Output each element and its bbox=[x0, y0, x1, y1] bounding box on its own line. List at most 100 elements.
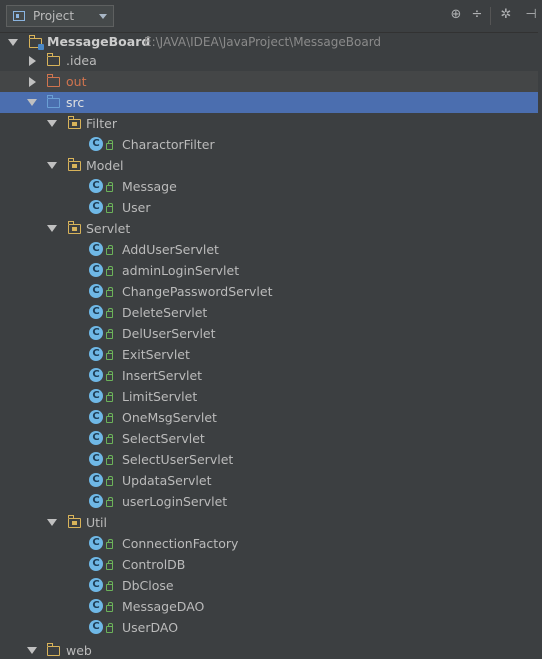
tree-row-package-servlet[interactable]: Servlet bbox=[0, 218, 542, 239]
expand-arrow-icon[interactable] bbox=[47, 519, 57, 526]
tree-row-class[interactable]: CuserLoginServlet bbox=[0, 491, 542, 512]
settings-icon[interactable]: ✲ bbox=[499, 8, 513, 22]
class-label: ConnectionFactory bbox=[122, 536, 239, 551]
class-icon: C bbox=[89, 620, 103, 634]
package-label: Util bbox=[86, 515, 107, 530]
package-icon bbox=[68, 515, 81, 528]
collapsed-arrow-icon[interactable] bbox=[29, 56, 36, 66]
locate-icon[interactable]: ⊕ bbox=[449, 8, 463, 22]
class-label: User bbox=[122, 200, 151, 215]
hide-icon[interactable]: ⊣ bbox=[524, 8, 538, 22]
tree-row-class[interactable]: C DeleteServlet bbox=[0, 302, 542, 323]
class-icon: C bbox=[89, 242, 103, 256]
project-view-label: Project bbox=[33, 9, 75, 23]
tree-row-idea[interactable]: .idea bbox=[0, 50, 542, 71]
lock-icon bbox=[106, 434, 113, 444]
class-icon: C bbox=[89, 389, 103, 403]
lock-icon bbox=[106, 266, 113, 276]
class-icon: C bbox=[89, 263, 103, 277]
expand-arrow-icon[interactable] bbox=[47, 225, 57, 232]
collapsed-arrow-icon[interactable] bbox=[29, 77, 36, 87]
lock-icon bbox=[106, 497, 113, 507]
class-label: DelUserServlet bbox=[122, 326, 216, 341]
class-icon: C bbox=[89, 326, 103, 340]
lock-icon bbox=[106, 371, 113, 381]
tree-row-class[interactable]: C SelectServlet bbox=[0, 428, 542, 449]
tree-row-class[interactable]: C MessageDAO bbox=[0, 596, 542, 617]
package-label: Filter bbox=[86, 116, 117, 131]
class-icon: C bbox=[89, 473, 103, 487]
lock-icon bbox=[106, 623, 113, 633]
module-folder-icon bbox=[29, 35, 44, 50]
class-label: AddUserServlet bbox=[122, 242, 219, 257]
project-view-dropdown[interactable]: Project bbox=[6, 5, 114, 27]
class-label: DeleteServlet bbox=[122, 305, 208, 320]
tree-row-class[interactable]: C InsertServlet bbox=[0, 365, 542, 386]
lock-icon bbox=[106, 413, 113, 423]
class-label: userLoginServlet bbox=[122, 494, 228, 509]
tree-row-class[interactable]: C UpdataServlet bbox=[0, 470, 542, 491]
vertical-scrollbar[interactable] bbox=[538, 32, 542, 653]
expand-arrow-icon[interactable] bbox=[47, 162, 57, 169]
class-icon: C bbox=[89, 599, 103, 613]
folder-label: web bbox=[66, 643, 92, 658]
tree-row-class[interactable]: C DelUserServlet bbox=[0, 323, 542, 344]
folder-label: src bbox=[66, 95, 85, 110]
lock-icon bbox=[106, 182, 113, 192]
expand-arrow-icon[interactable] bbox=[47, 120, 57, 127]
tree-row-package-util[interactable]: Util bbox=[0, 512, 542, 533]
tree-row-class[interactable]: C ConnectionFactory bbox=[0, 533, 542, 554]
class-label: OneMsgServlet bbox=[122, 410, 217, 425]
tree-row-src[interactable]: src bbox=[0, 92, 542, 113]
tree-row-package-filter[interactable]: Filter bbox=[0, 113, 542, 134]
class-label: UserDAO bbox=[122, 620, 179, 635]
package-icon bbox=[68, 158, 81, 171]
expand-arrow-icon[interactable] bbox=[8, 39, 18, 46]
class-icon: C bbox=[89, 347, 103, 361]
class-icon: C bbox=[89, 536, 103, 550]
tree-row-class[interactable]: C DbClose bbox=[0, 575, 542, 596]
lock-icon bbox=[106, 329, 113, 339]
tree-row-class[interactable]: CadminLoginServlet bbox=[0, 260, 542, 281]
tree-row-class[interactable]: C ControlDB bbox=[0, 554, 542, 575]
class-label: MessageDAO bbox=[122, 599, 205, 614]
class-label: InsertServlet bbox=[122, 368, 203, 383]
class-label: adminLoginServlet bbox=[122, 263, 240, 278]
tree-row-class[interactable]: C Message bbox=[0, 176, 542, 197]
package-label: Model bbox=[86, 158, 124, 173]
class-label: UpdataServlet bbox=[122, 473, 212, 488]
class-label: DbClose bbox=[122, 578, 174, 593]
tree-row-class[interactable]: C ExitServlet bbox=[0, 344, 542, 365]
tree-row-class[interactable]: C ChangePasswordServlet bbox=[0, 281, 542, 302]
source-folder-icon bbox=[47, 95, 60, 108]
tree-row-web[interactable]: web bbox=[0, 638, 542, 659]
expand-arrow-icon[interactable] bbox=[27, 99, 37, 106]
lock-icon bbox=[106, 203, 113, 213]
class-label: ControlDB bbox=[122, 557, 186, 572]
lock-icon bbox=[106, 539, 113, 549]
tree-row-class[interactable]: C AddUserServlet bbox=[0, 239, 542, 260]
tree-row-class[interactable]: C LimitServlet bbox=[0, 386, 542, 407]
project-toolbar: Project ⊕ ÷ ✲ ⊣ bbox=[0, 0, 542, 33]
lock-icon bbox=[106, 308, 113, 318]
class-label: Message bbox=[122, 179, 177, 194]
tree-row-package-model[interactable]: Model bbox=[0, 155, 542, 176]
class-icon: C bbox=[89, 305, 103, 319]
tree-row-class[interactable]: C CharactorFilter bbox=[0, 134, 542, 155]
tree-row-class[interactable]: C User bbox=[0, 197, 542, 218]
chevron-down-icon bbox=[99, 14, 107, 19]
class-label: LimitServlet bbox=[122, 389, 198, 404]
package-icon bbox=[68, 116, 81, 129]
tree-row-class[interactable]: C UserDAO bbox=[0, 617, 542, 638]
tree-row-out[interactable]: out bbox=[0, 71, 542, 92]
tree-row-class[interactable]: C SelectUserServlet bbox=[0, 449, 542, 470]
lock-icon bbox=[106, 581, 113, 591]
lock-icon bbox=[106, 602, 113, 612]
class-icon: C bbox=[89, 494, 103, 508]
lock-icon bbox=[106, 455, 113, 465]
lock-icon bbox=[106, 560, 113, 570]
folder-icon bbox=[47, 643, 60, 656]
collapse-all-icon[interactable]: ÷ bbox=[470, 8, 484, 22]
tree-row-class[interactable]: C OneMsgServlet bbox=[0, 407, 542, 428]
lock-icon bbox=[106, 350, 113, 360]
